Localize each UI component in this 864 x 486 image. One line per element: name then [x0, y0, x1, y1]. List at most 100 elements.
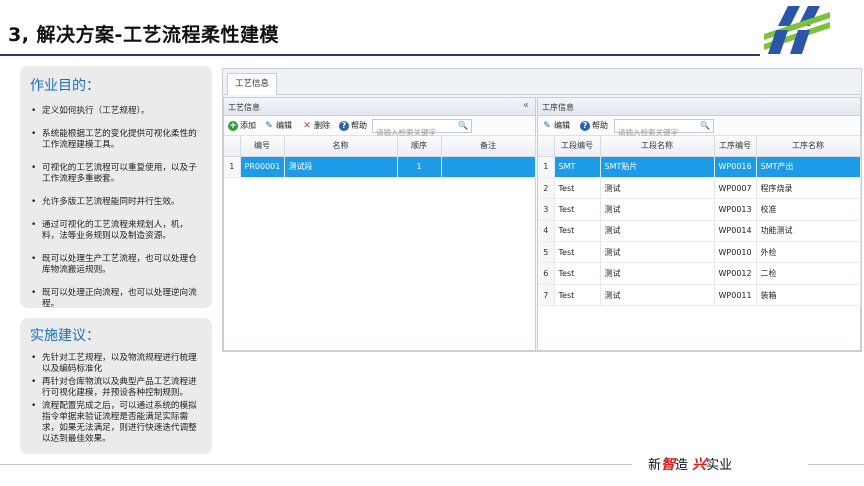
row-number: 1: [538, 156, 555, 178]
operation-code: WP0007: [714, 177, 757, 200]
row-number-header: [224, 136, 241, 157]
purpose-item: 定义如何执行（工艺规程）。: [30, 106, 204, 117]
segment-name: 测试: [600, 284, 715, 307]
footer-slogan: 新智造 兴实业: [648, 454, 732, 474]
collapse-icon[interactable]: «: [523, 100, 529, 111]
segment-code: Test: [554, 262, 601, 285]
search-icon[interactable]: 🔍: [458, 121, 468, 130]
operation-code: WP0014: [714, 220, 757, 243]
advice-item: 再针对仓库物流以及典型产品工艺流程进行可视化建模，并预设各种控制规则。: [30, 377, 204, 399]
help-label: 帮助: [351, 121, 367, 130]
edit-label: 编辑: [554, 121, 570, 130]
slide: 3, 解决方案-工艺流程柔性建模 作业目的： 定义如何执行（工艺规程）。 系统能…: [0, 0, 864, 486]
segment-code: Test: [554, 177, 601, 200]
help-button[interactable]: ? 帮助: [339, 120, 367, 131]
purpose-item: 通过可视化的工艺流程来规划人，机，料，法等业务规则以及制造资源。: [30, 220, 204, 242]
pencil-icon: ✎: [265, 120, 273, 131]
advice-item: 流程配置完成之后，可以通过系统的模拟指令单据来验证流程是否能满足实际需求，如果无…: [30, 401, 204, 445]
process-info-title: 工艺信息: [228, 103, 260, 112]
process-search-input[interactable]: [373, 126, 457, 139]
company-logo: [764, 6, 830, 54]
operation-name: 程序烧录: [756, 177, 861, 200]
process-info-header: 工艺信息 «: [224, 98, 535, 116]
process-info-pane: 工艺信息 « + 添加 ✎ 编辑 ✕ 删除 ? 帮助 请输入检索关键字 🔍 编号…: [223, 97, 536, 351]
table-row[interactable]: 2 Test 测试 WP0007 程序烧录: [538, 177, 861, 200]
advice-item: 先针对工艺规程，以及物流规程进行梳理以及编码标准化: [30, 353, 204, 375]
segment-name: 测试: [600, 177, 715, 200]
purpose-panel: 作业目的： 定义如何执行（工艺规程）。 系统能根据工艺的变化提供可视化柔性的工作…: [20, 66, 212, 310]
segment-name: 测试: [600, 198, 715, 221]
delete-label: 删除: [314, 121, 330, 130]
add-button[interactable]: + 添加: [228, 120, 256, 131]
operation-code: WP0012: [714, 262, 757, 285]
table-row[interactable]: 7 Test 测试 WP0011 装箱: [538, 284, 861, 307]
row-number: 7: [538, 284, 555, 307]
process-table-header: 编号 名称 顺序 备注: [224, 136, 536, 157]
delete-x-icon: ✕: [303, 120, 311, 131]
help-button[interactable]: ? 帮助: [580, 120, 608, 131]
column-header[interactable]: 备注: [441, 136, 536, 157]
operation-info-header: 工序信息: [538, 98, 860, 116]
edit-label: 编辑: [276, 121, 292, 130]
advice-panel: 实施建议： 先针对工艺规程，以及物流规程进行梳理以及编码标准化 再针对仓库物流以…: [20, 318, 212, 454]
table-row[interactable]: 6 Test 测试 WP0012 二检: [538, 262, 861, 285]
edit-button[interactable]: ✎ 编辑: [264, 120, 292, 131]
operation-info-title: 工序信息: [542, 103, 574, 112]
column-header[interactable]: 编号: [240, 136, 285, 157]
row-number: 6: [538, 262, 555, 285]
process-code: PR00001: [240, 156, 285, 178]
segment-name: 测试: [600, 262, 715, 285]
column-header[interactable]: 工段名称: [600, 136, 715, 157]
table-row[interactable]: 3 Test 测试 WP0013 校准: [538, 198, 861, 221]
operation-search-input[interactable]: [615, 126, 699, 139]
segment-code: Test: [554, 284, 601, 307]
footer-divider-right: [808, 464, 864, 465]
slogan-accent: 兴: [692, 457, 707, 473]
column-header[interactable]: 工序编号: [714, 136, 757, 157]
column-header[interactable]: 工段编号: [554, 136, 601, 157]
purpose-item: 允许多版工艺流程能同时并行生效。: [30, 197, 204, 208]
help-icon: ?: [580, 120, 590, 131]
advice-title: 实施建议：: [30, 328, 100, 344]
column-header[interactable]: 工序名称: [756, 136, 861, 157]
table-row[interactable]: 5 Test 测试 WP0010 外检: [538, 241, 861, 264]
purpose-item: 可视化的工艺流程可以重复使用，以及子工作流程多重嵌套。: [30, 163, 204, 185]
operation-code: WP0016: [714, 156, 757, 178]
row-number: 3: [538, 198, 555, 221]
process-remark: [441, 156, 536, 178]
purpose-item: 系统能根据工艺的变化提供可视化柔性的工作流程建模工具。: [30, 129, 204, 151]
table-row[interactable]: 1 PR00001 测试段 1: [224, 156, 536, 178]
operation-name: 校准: [756, 198, 861, 221]
table-row[interactable]: 4 Test 测试 WP0014 功能测试: [538, 220, 861, 243]
segment-code: Test: [554, 241, 601, 264]
slogan-part: 造: [675, 458, 693, 473]
plus-icon: +: [228, 120, 238, 131]
delete-button[interactable]: ✕ 删除: [302, 120, 330, 131]
search-icon[interactable]: 🔍: [700, 121, 710, 130]
operation-name: 外检: [756, 241, 861, 264]
header-divider: [0, 54, 760, 56]
slide-title: 3, 解决方案-工艺流程柔性建模: [8, 24, 279, 46]
segment-code: Test: [554, 220, 601, 243]
process-order: 1: [397, 156, 442, 178]
row-number: 1: [224, 156, 241, 178]
operation-name: SMT产出: [756, 156, 861, 178]
row-number: 2: [538, 177, 555, 200]
segment-name: 测试: [600, 241, 715, 264]
slogan-part: 新: [648, 458, 662, 473]
segment-name: 测试: [600, 220, 715, 243]
add-label: 添加: [240, 121, 256, 130]
operation-code: WP0013: [714, 198, 757, 221]
help-icon: ?: [339, 120, 349, 131]
column-header[interactable]: 顺序: [397, 136, 442, 157]
column-header[interactable]: 名称: [284, 136, 398, 157]
process-toolbar: + 添加 ✎ 编辑 ✕ 删除 ? 帮助 🔍: [224, 116, 535, 139]
operation-code: WP0010: [714, 241, 757, 264]
edit-button[interactable]: ✎ 编辑: [542, 120, 570, 131]
process-app-window: 工艺信息 工艺信息 « + 添加 ✎ 编辑 ✕ 删除 ? 帮助 请输入检索关键字…: [222, 68, 862, 352]
tab-process-info[interactable]: 工艺信息: [227, 73, 278, 95]
operation-search: 🔍: [614, 119, 714, 139]
segment-code: Test: [554, 198, 601, 221]
table-row[interactable]: 1 SMT SMT贴片 WP0016 SMT产出: [538, 156, 861, 178]
purpose-item: 既可以处理正向流程，也可以处理逆向流程。: [30, 288, 204, 310]
